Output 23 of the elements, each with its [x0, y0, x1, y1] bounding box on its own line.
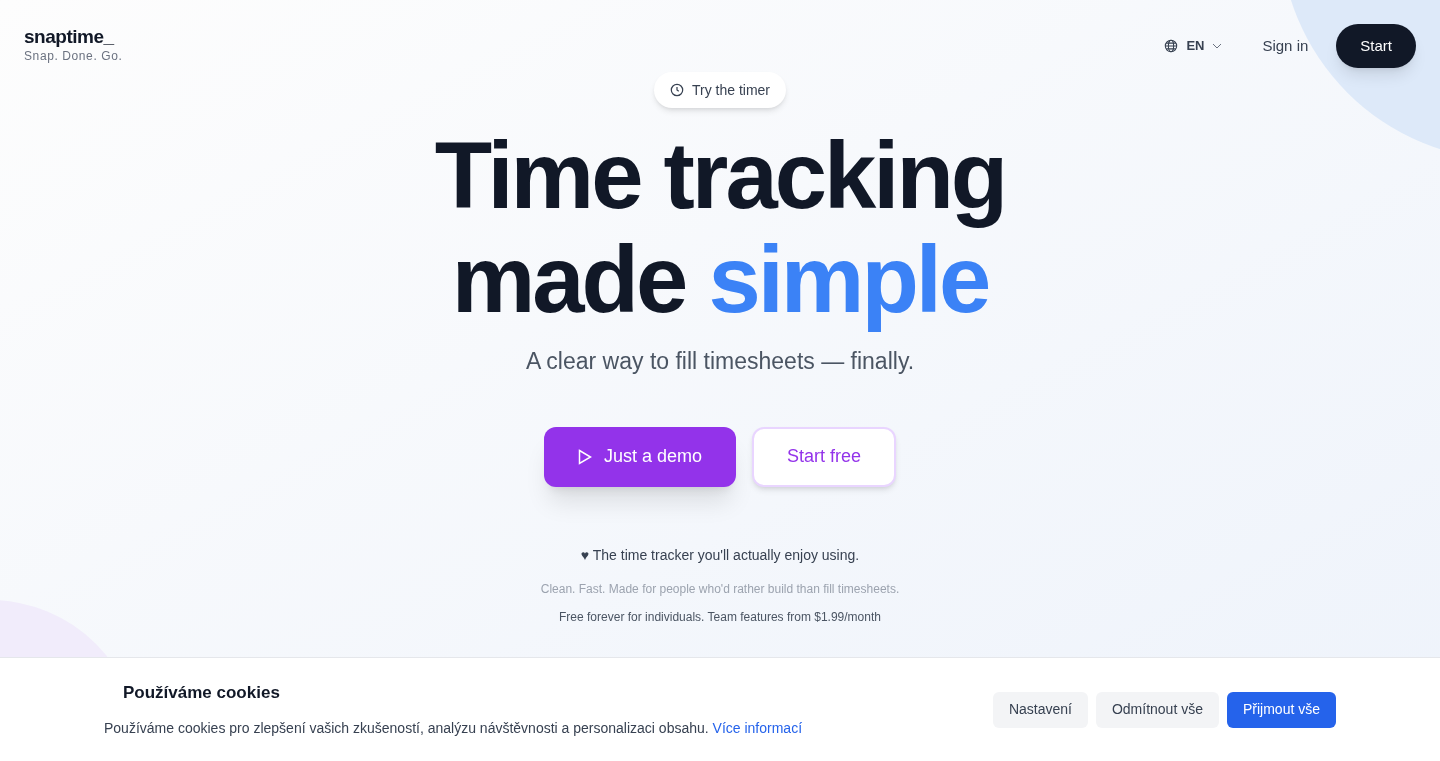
- sign-in-link[interactable]: Sign in: [1262, 34, 1309, 58]
- try-timer-button[interactable]: Try the timer: [653, 72, 786, 108]
- cookie-option-button[interactable]: Nastavení: [992, 691, 1088, 728]
- note-text: Clean. Fast. Made for people who'd rather build than fill timesheets.: [540, 580, 900, 598]
- play-icon: [577, 448, 592, 465]
- chevron-down-icon: [1212, 43, 1223, 49]
- globe-icon: [1164, 39, 1179, 53]
- accept-all-button[interactable]: Přijmout vše: [1226, 691, 1336, 728]
- headline: Time tracking made simple: [434, 124, 1006, 332]
- tagline-text: ♥ The time tracker you'll actually enjoy using.: [580, 545, 860, 565]
- clock-icon: [669, 83, 684, 97]
- subtitle: A clear way to fill timesheets — finally.: [525, 347, 915, 376]
- cookie-title: Používáme cookies: [123, 682, 281, 705]
- logo[interactable]: snaptime_: [24, 27, 123, 47]
- cookie-text: Používáme cookies pro zlepšení vašich zkušeností, analýzu návštěvnosti a personalizaci obsahu. Více informací: [104, 718, 803, 738]
- demo-button[interactable]: Just a demo: [543, 426, 736, 487]
- more-info-link[interactable]: Více informací: [712, 719, 803, 736]
- start-free-button[interactable]: Start free: [752, 426, 897, 487]
- language-selector[interactable]: EN: [1164, 36, 1223, 56]
- pricing-text: Free forever for individuals. Team features from $1.99/month: [559, 608, 881, 626]
- cookie-option-button[interactable]: Odmítnout vše: [1095, 691, 1219, 728]
- start-button[interactable]: Start: [1336, 24, 1416, 68]
- tagline: Snap. Done. Go.: [24, 48, 123, 65]
